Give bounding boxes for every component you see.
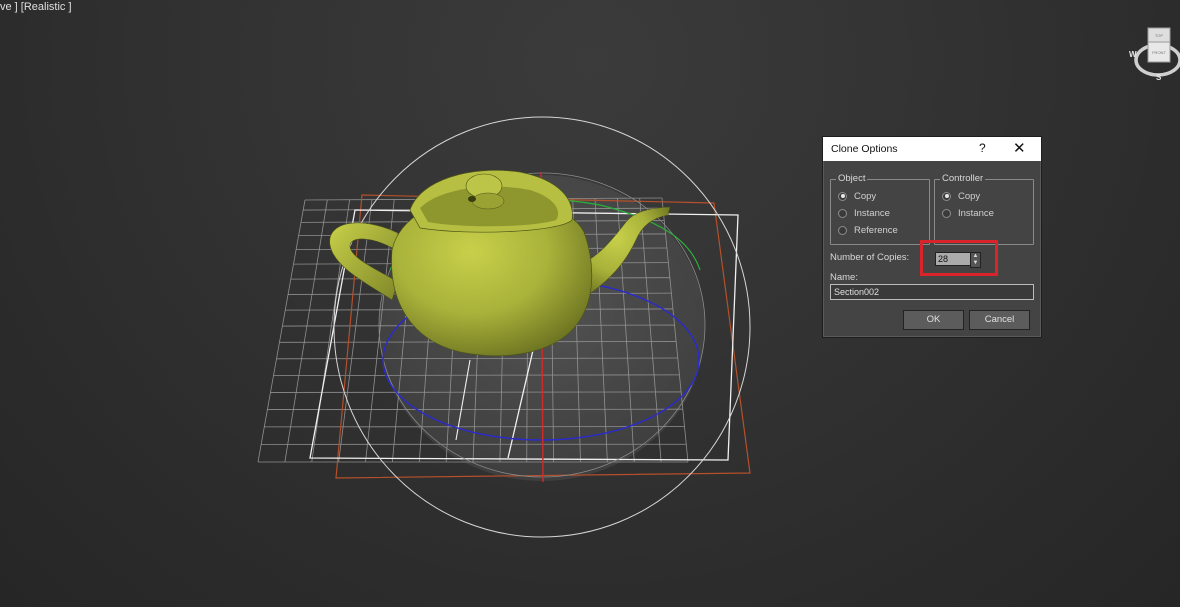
cancel-button[interactable]: Cancel	[969, 310, 1030, 330]
compass-west-label[interactable]: W	[1129, 50, 1137, 59]
grid-line	[257, 199, 306, 463]
name-label: Name:	[830, 272, 858, 283]
grid-line	[284, 199, 328, 463]
radio-button[interactable]	[838, 225, 847, 235]
controller-copy-label: Copy	[958, 190, 981, 202]
controller-group: Controller Copy Instance	[934, 173, 1034, 245]
controller-instance-label: Instance	[958, 207, 994, 219]
viewcube-top-label: TOP	[1155, 33, 1163, 38]
object-instance-label: Instance	[854, 207, 890, 219]
radio-button[interactable]	[838, 191, 847, 201]
close-icon[interactable]: ✕	[1013, 139, 1026, 157]
highlight-box	[920, 240, 998, 276]
clone-options-dialog[interactable]: Clone Options ? ✕ Object Copy Instance R…	[822, 136, 1042, 338]
controller-group-label: Controller	[940, 173, 986, 184]
name-input[interactable]: Section002	[830, 284, 1034, 300]
compass-south-label[interactable]: S	[1156, 73, 1162, 82]
object-group-label: Object	[836, 173, 868, 184]
help-icon[interactable]: ?	[979, 141, 986, 155]
number-of-copies-label: Number of Copies:	[830, 252, 910, 263]
object-reference-label: Reference	[854, 224, 898, 236]
object-copy-label: Copy	[854, 190, 877, 202]
controller-copy-radio[interactable]: Copy	[942, 189, 980, 203]
object-group: Object Copy Instance Reference	[830, 173, 930, 245]
grid-line	[270, 391, 682, 393]
viewcube-front-label: FRONT	[1152, 50, 1166, 55]
dialog-titlebar[interactable]: Clone Options ? ✕	[823, 137, 1041, 161]
dialog-title: Clone Options	[831, 143, 898, 155]
radio-button[interactable]	[942, 208, 951, 218]
object-instance-radio[interactable]: Instance	[838, 206, 890, 220]
controller-instance-radio[interactable]: Instance	[942, 206, 994, 220]
radio-button[interactable]	[838, 208, 847, 218]
radio-button[interactable]	[942, 191, 951, 201]
object-reference-radio[interactable]: Reference	[838, 223, 898, 237]
3d-viewport[interactable]: ve ] [Realistic ] TOP FRONT W S Clone Op…	[0, 0, 1180, 607]
viewcube[interactable]: TOP FRONT W S	[1122, 24, 1180, 84]
object-copy-radio[interactable]: Copy	[838, 189, 876, 203]
ok-button[interactable]: OK	[903, 310, 964, 330]
